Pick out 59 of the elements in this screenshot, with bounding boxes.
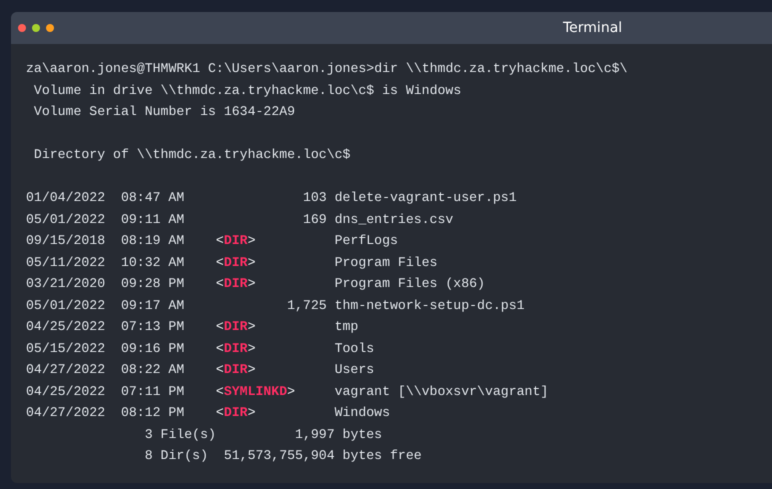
- time-cell-text: 10:32 AM: [120, 254, 186, 272]
- summary-unit: bytes free: [342, 447, 422, 465]
- dir-tag: <DIR>: [216, 230, 256, 252]
- date-cell-text: 05/01/2022: [26, 210, 106, 228]
- summary-number: 1,997: [295, 426, 335, 444]
- file-size: 1,725: [286, 296, 327, 314]
- time-cell-text: 09:16 PM: [120, 340, 186, 358]
- file-name: Program Files: [334, 254, 438, 272]
- dir-tag: <DIR>: [216, 359, 256, 380]
- file-size: 169: [302, 210, 327, 228]
- file-name: delete-vagrant-user.ps1: [334, 189, 518, 207]
- time-cell-text: 07:11 PM: [120, 382, 186, 400]
- window-title: Terminal: [563, 20, 622, 36]
- date-cell-text: 01/04/2022: [26, 189, 106, 207]
- dir-tag: <DIR>: [216, 273, 256, 294]
- file-name: vagrant [\\vboxsvr\vagrant]: [334, 382, 550, 400]
- time-cell-text: 08:47 AM: [120, 189, 186, 207]
- summary-count: 8 Dir(s): [144, 447, 208, 465]
- file-size: 103: [302, 189, 327, 207]
- file-name: Program Files (x86): [334, 275, 486, 293]
- dir-tag: <DIR>: [216, 402, 256, 424]
- file-name: PerfLogs: [334, 232, 399, 250]
- file-name: Windows: [334, 404, 391, 422]
- file-name: Users: [334, 361, 376, 379]
- time-cell-text: 08:19 AM: [120, 232, 186, 250]
- date-cell-text: 03/21/2020: [26, 275, 106, 293]
- maximize-button[interactable]: [46, 24, 54, 32]
- symlink-tag: <SYMLINKD>: [216, 380, 296, 402]
- output-line: Volume in drive \\thmdc.za.tryhackme.loc\c$ is Windows: [32, 82, 462, 100]
- time-cell-text: 09:11 AM: [120, 210, 186, 228]
- output-line: Directory of \\thmdc.za.tryhackme.loc\c$: [32, 146, 350, 164]
- file-name: dns_entries.csv: [334, 210, 454, 228]
- file-name: Tools: [334, 340, 376, 358]
- date-cell-text: 04/25/2022: [26, 318, 106, 336]
- date-cell-text: 05/01/2022: [26, 296, 106, 314]
- summary-unit: bytes: [342, 426, 382, 444]
- date-cell-text: 04/27/2022: [26, 404, 106, 422]
- command-text: dir \\thmdc.za.tryhackme.loc\c$\: [374, 60, 628, 78]
- time-cell-text: 08:12 PM: [120, 404, 186, 422]
- summary-number: 51,573,755,904: [224, 447, 335, 465]
- time-cell-text: 09:17 AM: [120, 296, 186, 314]
- dir-tag: <DIR>: [216, 338, 256, 359]
- time-cell-text: 09:28 PM: [120, 275, 186, 293]
- date-cell-text: 05/15/2022: [26, 340, 106, 358]
- file-name: thm-network-setup-dc.ps1: [334, 296, 526, 314]
- date-cell-text: 04/25/2022: [26, 382, 106, 400]
- dir-tag: <DIR>: [216, 252, 256, 273]
- date-cell-text: 09/15/2018: [26, 232, 106, 250]
- summary-count: 3 File(s): [144, 426, 216, 444]
- close-button[interactable]: [18, 24, 26, 32]
- dir-tag: <DIR>: [216, 316, 256, 338]
- minimize-button[interactable]: [32, 24, 40, 32]
- date-cell-text: 05/11/2022: [26, 254, 106, 272]
- time-cell-text: 08:22 AM: [120, 361, 186, 379]
- date-cell-text: 04/27/2022: [26, 361, 106, 379]
- time-cell-text: 07:13 PM: [120, 318, 186, 336]
- output-line: Volume Serial Number is 1634-22A9: [32, 103, 296, 121]
- file-name: tmp: [334, 318, 360, 336]
- command-prompt: za\aaron.jones@THMWRK1 C:\Users\aaron.jones>: [26, 60, 374, 78]
